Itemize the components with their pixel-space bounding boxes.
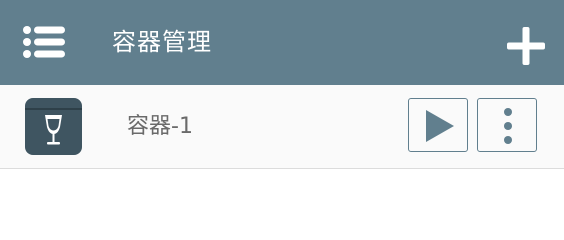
container-list: 容器-1: [0, 85, 564, 204]
page-title: 容器管理: [112, 28, 212, 56]
more-vertical-icon: [504, 108, 512, 144]
more-options-button[interactable]: [477, 98, 537, 152]
app-bar: 容器管理: [0, 0, 564, 85]
play-icon: [426, 110, 454, 142]
start-button[interactable]: [408, 98, 468, 152]
container-name: 容器-1: [127, 114, 193, 139]
plus-icon: [507, 27, 545, 65]
wine-glass-box-icon: [25, 98, 82, 155]
add-container-button[interactable]: [498, 18, 554, 74]
list-item[interactable]: 容器-1: [0, 85, 564, 169]
container-thumbnail: [25, 98, 82, 155]
menu-button[interactable]: [16, 20, 72, 64]
menu-icon: [23, 26, 65, 58]
